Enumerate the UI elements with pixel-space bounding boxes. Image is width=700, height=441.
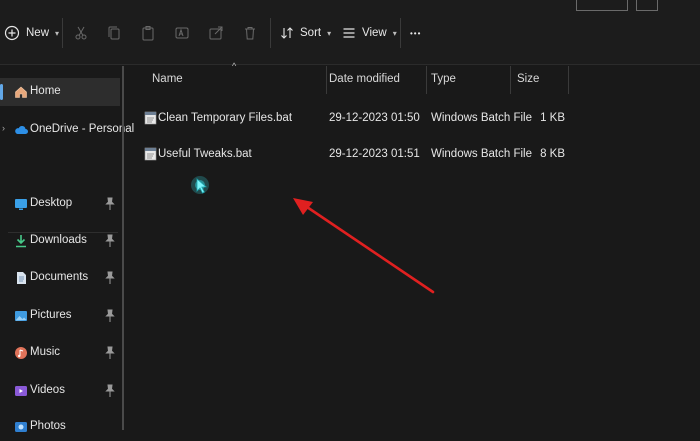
chevron-down-icon: ▾ bbox=[55, 28, 60, 38]
sidebar-item-label: Desktop bbox=[30, 197, 73, 209]
sidebar-item-videos[interactable]: Videos bbox=[0, 377, 120, 405]
sidebar-item-documents[interactable]: Documents bbox=[0, 264, 120, 292]
plus-circle-icon bbox=[4, 25, 20, 41]
sidebar-item-label: Music bbox=[30, 346, 61, 358]
sidebar-item-label: Downloads bbox=[30, 234, 87, 246]
sidebar-scrollbar[interactable] bbox=[122, 66, 124, 430]
file-size: 1 KB bbox=[540, 112, 565, 124]
column-header-type[interactable]: Type bbox=[431, 73, 456, 85]
cloud-icon bbox=[15, 126, 28, 134]
column-divider[interactable] bbox=[510, 66, 511, 94]
sidebar-item-onedrive[interactable]: › OneDrive - Personal bbox=[0, 116, 134, 144]
column-header-date[interactable]: Date modified bbox=[329, 73, 400, 85]
sidebar-item-label: OneDrive - Personal bbox=[30, 123, 135, 135]
column-header-row: ^ Name Date modified Type Size bbox=[134, 61, 700, 96]
chevron-down-icon: ▾ bbox=[392, 28, 397, 38]
batch-file-icon bbox=[144, 111, 157, 125]
pin-icon bbox=[105, 346, 115, 359]
photos-icon bbox=[15, 422, 27, 432]
sidebar-item-label: Documents bbox=[30, 271, 89, 283]
sidebar-item-pictures[interactable]: Pictures bbox=[0, 302, 120, 330]
sidebar-item-downloads[interactable]: Downloads bbox=[0, 227, 120, 255]
sort-button-label: Sort bbox=[300, 27, 322, 39]
selection-indicator bbox=[0, 84, 3, 100]
window-control[interactable] bbox=[576, 0, 628, 11]
cut-icon[interactable] bbox=[70, 22, 92, 44]
sidebar-item-photos[interactable]: Photos bbox=[0, 413, 120, 441]
download-icon bbox=[16, 235, 26, 248]
more-options-button[interactable]: ••• bbox=[410, 20, 421, 46]
command-bar: New ▾ Sort ▾ View ▾ ••• bbox=[0, 0, 700, 65]
toolbar-divider bbox=[62, 18, 63, 48]
column-divider[interactable] bbox=[568, 66, 569, 94]
videos-icon bbox=[15, 386, 27, 396]
file-name: Clean Temporary Files.bat bbox=[158, 112, 293, 124]
file-size: 8 KB bbox=[540, 148, 565, 160]
sidebar-item-home[interactable]: Home bbox=[0, 78, 120, 106]
desktop-icon bbox=[15, 199, 27, 210]
new-button[interactable]: New ▾ bbox=[4, 20, 59, 46]
batch-file-icon bbox=[144, 147, 157, 161]
sidebar-item-label: Photos bbox=[30, 420, 66, 432]
sidebar-item-desktop[interactable]: Desktop bbox=[0, 190, 120, 218]
pin-icon bbox=[105, 234, 115, 247]
sort-button[interactable]: Sort ▾ bbox=[280, 20, 331, 46]
sidebar-item-label: Pictures bbox=[30, 309, 72, 321]
view-button[interactable]: View ▾ bbox=[342, 20, 397, 46]
pin-icon bbox=[105, 271, 115, 284]
more-options-icon: ••• bbox=[410, 28, 422, 38]
annotation-arrow-icon bbox=[293, 198, 435, 294]
delete-icon[interactable] bbox=[239, 22, 261, 44]
chevron-down-icon: ▾ bbox=[327, 28, 332, 38]
window-control[interactable] bbox=[636, 0, 658, 11]
file-name: Useful Tweaks.bat bbox=[158, 148, 252, 160]
file-date-modified: 29-12-2023 01:51 bbox=[329, 148, 420, 160]
toolbar-divider bbox=[270, 18, 271, 48]
music-icon bbox=[15, 347, 27, 359]
column-divider[interactable] bbox=[426, 66, 427, 94]
pictures-icon bbox=[15, 311, 27, 321]
pin-icon bbox=[105, 384, 115, 397]
sidebar-item-label: Videos bbox=[30, 384, 65, 396]
toolbar-divider bbox=[400, 18, 401, 48]
navigation-pane: Home › OneDrive - Personal Desktop Downl… bbox=[0, 66, 134, 432]
sort-ascending-icon: ^ bbox=[232, 61, 237, 71]
paste-icon[interactable] bbox=[137, 22, 159, 44]
column-header-name[interactable]: Name bbox=[152, 73, 183, 85]
pin-icon bbox=[105, 197, 115, 210]
documents-icon bbox=[17, 272, 26, 284]
view-icon bbox=[343, 28, 355, 38]
home-icon bbox=[15, 86, 27, 98]
sidebar-item-label: Home bbox=[30, 85, 61, 97]
view-button-label: View bbox=[362, 27, 387, 39]
pin-icon bbox=[105, 309, 115, 322]
column-divider[interactable] bbox=[326, 66, 327, 94]
rename-icon[interactable] bbox=[171, 22, 193, 44]
share-icon[interactable] bbox=[205, 22, 227, 44]
column-header-size[interactable]: Size bbox=[517, 73, 539, 85]
file-row[interactable]: Clean Temporary Files.bat 29-12-2023 01:… bbox=[134, 107, 700, 131]
chevron-right-icon: › bbox=[2, 123, 5, 133]
mouse-cursor-icon bbox=[191, 176, 209, 194]
sort-icon bbox=[281, 27, 293, 39]
sidebar-item-music[interactable]: Music bbox=[0, 339, 120, 367]
file-row[interactable]: Useful Tweaks.bat 29-12-2023 01:51 Windo… bbox=[134, 143, 700, 167]
file-date-modified: 29-12-2023 01:50 bbox=[329, 112, 420, 124]
copy-icon[interactable] bbox=[103, 22, 125, 44]
new-button-label: New bbox=[26, 27, 50, 39]
